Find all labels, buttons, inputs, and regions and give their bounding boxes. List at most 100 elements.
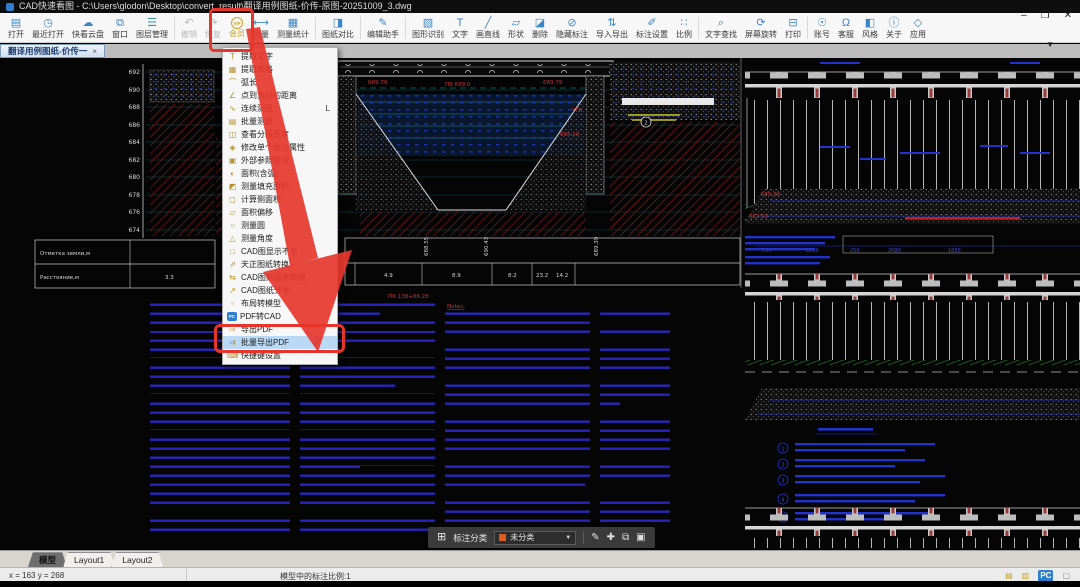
toolbar-scale[interactable]: ∷比例 xyxy=(672,17,696,39)
elevation-label: 680 xyxy=(129,174,141,181)
undo-icon: ↶ xyxy=(184,17,193,30)
note-icon[interactable]: ▢ xyxy=(1062,571,1070,581)
batch-export-pdf-highlight-box xyxy=(214,324,345,353)
toolbar-annotation-settings[interactable]: ✐标注设置 xyxy=(632,17,672,39)
toolbar-drawing-compare[interactable]: ◨图纸对比 xyxy=(318,17,358,39)
document-tab-label: 翻译用例图纸-价传一 xyxy=(8,45,87,57)
menu-item-xref-manager[interactable]: ▣外部参照管理 xyxy=(223,154,337,167)
tab-model[interactable]: 模型 xyxy=(28,552,67,567)
xref-icon: ▣ xyxy=(227,156,238,165)
toolbar-measure-stats[interactable]: ▦测量统计 xyxy=(273,17,313,39)
scale-ratio-icon: ∷ xyxy=(681,17,688,30)
tab-close-icon[interactable]: × xyxy=(92,47,97,56)
close-icon[interactable]: ✕ xyxy=(1064,10,1072,22)
drawing-canvas[interactable]: 692 690 688 686 684 682 680 678 676 674 xyxy=(0,58,1080,550)
toolbar-about[interactable]: ⓘ关于 xyxy=(882,17,906,39)
doc-icon-2[interactable]: ▥ xyxy=(1022,571,1030,581)
toolbar-hide-annotations[interactable]: ⊘隐藏标注 xyxy=(552,17,592,39)
table-row-label: Отметка земли,м xyxy=(40,251,90,257)
extract-table-icon: ▦ xyxy=(227,65,238,74)
toolbar-print[interactable]: ⊟打印 xyxy=(781,17,805,39)
version-icon: ⇆ xyxy=(227,273,238,282)
tab-layout1[interactable]: Layout1 xyxy=(63,552,115,567)
toolbar-separator xyxy=(360,17,361,39)
toolbar-recent-open[interactable]: ◷最近打开 xyxy=(28,17,68,39)
toolbar-text-search[interactable]: ⌕文字查找 xyxy=(701,17,741,39)
cursor-coordinates: x = 163 y = 268 xyxy=(9,571,64,580)
apps-icon: ◇ xyxy=(914,17,922,30)
toolbar-separator xyxy=(405,17,406,39)
document-tab[interactable]: 翻译用例图纸-价传一 × xyxy=(0,44,105,58)
circle-icon: ○ xyxy=(227,221,238,230)
doc-icon-1[interactable]: ▤ xyxy=(1005,571,1013,581)
area-arc-icon: ◐ xyxy=(227,169,238,178)
shapes-icon: ▱ xyxy=(512,17,520,30)
classify-dropdown[interactable]: 未分类 ▼ xyxy=(494,531,576,545)
minimize-icon[interactable]: – xyxy=(1021,10,1027,22)
menu-item-version-convert[interactable]: ⇆CAD图纸版本转换 xyxy=(223,271,337,284)
menu-item-layout-to-model[interactable]: ▫布局转模型 xyxy=(223,297,337,310)
printer-icon: ⊟ xyxy=(788,17,797,30)
headset-icon: Ω xyxy=(842,17,850,30)
fill-area-icon: ◩ xyxy=(227,182,238,191)
offset-icon: ▱ xyxy=(227,208,238,217)
vip-highlight-box xyxy=(209,8,254,52)
hide-eye-icon: ⊘ xyxy=(567,17,576,30)
toolbar-import-export[interactable]: ⇅导入导出 xyxy=(592,17,632,39)
menu-item-side-area[interactable]: ◻计算侧面积 xyxy=(223,193,337,206)
menu-item-point-to-line-distance[interactable]: ∠点到直线的距离 xyxy=(223,89,337,102)
tab-layout2[interactable]: Layout2 xyxy=(111,552,163,567)
menu-item-extract-table[interactable]: ▦提取表格 xyxy=(223,63,337,76)
toolbar-open[interactable]: ▤打开 xyxy=(4,17,28,39)
menu-item-continuous-measure[interactable]: ∿连续测量L xyxy=(223,102,337,115)
window-cascade-icon: ⧉ xyxy=(116,17,124,30)
menu-item-batch-measure[interactable]: ▤批量测量 xyxy=(223,115,337,128)
toolbar-delete[interactable]: ◪删除 xyxy=(528,17,552,39)
status-bar: x = 163 y = 268 模型中的标注比例:1 ▤ ▥ PC ▢ xyxy=(0,567,1080,582)
toolbar-edit-assistant[interactable]: ✎编辑助手 xyxy=(363,17,403,39)
menu-item-share-drawing[interactable]: ↗CAD图纸分享 xyxy=(223,284,337,297)
toolbar-style[interactable]: ◧风格 xyxy=(858,17,882,39)
bottom-strip xyxy=(0,581,1080,587)
toolbar-account[interactable]: ☉账号 xyxy=(810,17,834,39)
collapse-toolbar-icon[interactable]: ▼ xyxy=(1046,40,1054,49)
toolbar-support[interactable]: Ω客服 xyxy=(834,17,858,39)
toolbar-screen-rotate[interactable]: ⟳屏幕旋转 xyxy=(741,17,781,39)
maximize-icon[interactable]: ❐ xyxy=(1041,10,1050,22)
menu-item-measure-circle[interactable]: ○测量圆 xyxy=(223,219,337,232)
paste-annotation-icon[interactable]: ▣ xyxy=(636,532,645,544)
menu-item-measure-angle[interactable]: △测量角度 xyxy=(223,232,337,245)
clock-icon: ◷ xyxy=(43,17,53,30)
batch-icon: ▤ xyxy=(227,117,238,126)
toolbar-draw-line[interactable]: ╱画直线 xyxy=(472,17,504,39)
toolbar-text[interactable]: T文字 xyxy=(448,17,472,39)
toolbar-shape-recognition[interactable]: ▧图形识别 xyxy=(408,17,448,39)
toolbar-undo[interactable]: ↶撤销 xyxy=(177,17,201,39)
slope-elevation-label: 685.29 xyxy=(560,132,580,138)
status-divider xyxy=(186,569,187,581)
menu-item-area-with-arc[interactable]: ◐面积(含弧) xyxy=(223,167,337,180)
toolbar-layer-manager[interactable]: ☰图层管理 xyxy=(132,17,172,39)
pencil-icon: ✎ xyxy=(378,17,387,30)
move-annotation-icon[interactable]: ✚ xyxy=(607,532,615,544)
toolbar-window[interactable]: ⧉窗口 xyxy=(108,17,132,39)
toolbar-apps[interactable]: ◇应用 xyxy=(906,17,930,39)
edit-annotation-icon[interactable]: ✎ xyxy=(591,532,599,544)
toolbar-cloud-drive[interactable]: ☁快看云盘 xyxy=(68,17,108,39)
segment-icon: ◫ xyxy=(227,130,238,139)
menu-item-area-offset[interactable]: ▱面积偏移 xyxy=(223,206,337,219)
cad-drawing: 692 690 688 686 684 682 680 678 676 674 xyxy=(0,58,1080,550)
angle-icon: ∠ xyxy=(227,91,238,100)
cloud-icon: ☁ xyxy=(83,17,94,30)
menu-item-modify-annotation[interactable]: ◈修改单个标注属性 xyxy=(223,141,337,154)
menu-item-pdf-to-cad[interactable]: PCPDF转CAD xyxy=(223,310,337,323)
toolbar-shapes[interactable]: ▱形状 xyxy=(504,17,528,39)
menu-item-fill-area[interactable]: ◩测量填充面积 xyxy=(223,180,337,193)
menu-item-cad-display-issue[interactable]: □CAD图显示不全 xyxy=(223,245,337,258)
menu-item-segment-length[interactable]: ◫查看分段长度 xyxy=(223,128,337,141)
elevation-label: 692 xyxy=(129,69,141,76)
menu-item-arc-length[interactable]: ⌒弧长 xyxy=(223,76,337,89)
grid-view-icon[interactable]: ⊞ xyxy=(437,532,446,543)
copy-annotation-icon[interactable]: ⧉ xyxy=(622,532,629,544)
menu-item-tianzheng-convert[interactable]: ⇗天正图纸转换 xyxy=(223,258,337,271)
